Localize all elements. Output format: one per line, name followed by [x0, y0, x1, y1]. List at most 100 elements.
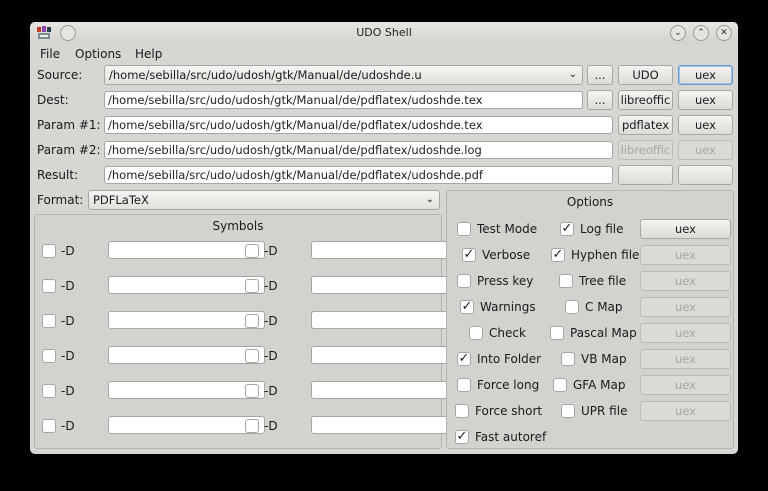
param2-label: Param #2: [37, 143, 101, 157]
menu-help[interactable]: Help [135, 47, 162, 61]
option-label: GFA Map [573, 378, 626, 392]
symbol-prefix-label: -D [264, 314, 278, 328]
symbol-input[interactable] [108, 311, 265, 329]
symbol-checkbox[interactable] [42, 349, 56, 363]
source-uex-button[interactable]: uex [678, 65, 733, 85]
symbol-checkbox[interactable] [245, 349, 259, 363]
option-label: Test Mode [477, 222, 538, 236]
source-browse-button[interactable]: ... [587, 65, 613, 85]
symbol-prefix-label: -D [61, 314, 75, 328]
result-button-1[interactable] [618, 165, 673, 185]
symbol-prefix-label: -D [61, 279, 75, 293]
option-checkbox[interactable]: ✓ [462, 248, 476, 262]
param1-label: Param #1: [37, 118, 101, 132]
option-label: Into Folder [477, 352, 542, 366]
maximize-icon[interactable]: ⌃ [693, 25, 709, 41]
option-checkbox[interactable] [553, 378, 567, 392]
option-checkbox[interactable] [469, 326, 483, 340]
option-checkbox[interactable]: ✓ [455, 430, 469, 444]
option-label: Log file [580, 222, 624, 236]
option-label: Press key [477, 274, 534, 288]
symbol-checkbox[interactable] [42, 279, 56, 293]
source-label: Source: [37, 68, 83, 82]
symbol-input[interactable] [108, 381, 265, 399]
format-value: PDFLaTeX [93, 193, 149, 207]
option-uex-button[interactable]: uex [640, 349, 731, 369]
symbol-checkbox[interactable] [42, 384, 56, 398]
symbol-input[interactable] [108, 346, 265, 364]
param2-libreoffice-button[interactable]: libreoffic [618, 140, 673, 160]
symbol-prefix-label: -D [264, 384, 278, 398]
option-label: Verbose [482, 248, 531, 262]
option-uex-button[interactable]: uex [640, 245, 731, 265]
param2-uex-button[interactable]: uex [678, 140, 733, 160]
symbol-input[interactable] [108, 276, 265, 294]
option-checkbox[interactable] [457, 274, 471, 288]
title-bar[interactable]: UDO Shell ⌄ ⌃ ✕ [30, 22, 738, 44]
option-uex-button[interactable]: uex [640, 375, 731, 395]
symbol-checkbox[interactable] [245, 384, 259, 398]
option-label: Fast autoref [475, 430, 547, 444]
udo-shell-window: UDO Shell ⌄ ⌃ ✕ File Options Help Source… [30, 22, 738, 454]
option-checkbox[interactable]: ✓ [457, 352, 471, 366]
symbol-input[interactable] [108, 241, 265, 259]
symbol-input[interactable] [108, 416, 265, 434]
dest-field[interactable]: /home/sebilla/src/udo/udosh/gtk/Manual/d… [104, 91, 583, 109]
symbol-checkbox[interactable] [42, 244, 56, 258]
result-label: Result: [37, 168, 79, 182]
option-checkbox[interactable] [561, 404, 575, 418]
symbol-prefix-label: -D [264, 279, 278, 293]
option-checkbox[interactable]: ✓ [460, 300, 474, 314]
option-label: Warnings [480, 300, 536, 314]
result-button-2[interactable] [678, 165, 733, 185]
dest-uex-button[interactable]: uex [678, 90, 733, 110]
dest-label: Dest: [37, 93, 69, 107]
symbol-prefix-label: -D [264, 244, 278, 258]
menu-file[interactable]: File [40, 47, 60, 61]
menu-options[interactable]: Options [75, 47, 121, 61]
option-checkbox[interactable] [559, 274, 573, 288]
option-label: UPR file [581, 404, 628, 418]
option-checkbox[interactable] [565, 300, 579, 314]
option-checkbox[interactable] [561, 352, 575, 366]
symbol-checkbox[interactable] [245, 419, 259, 433]
source-value: /home/sebilla/src/udo/udosh/gtk/Manual/d… [109, 68, 422, 82]
option-checkbox[interactable]: ✓ [551, 248, 565, 262]
param1-pdflatex-button[interactable]: pdflatex [618, 115, 673, 135]
symbol-checkbox[interactable] [42, 419, 56, 433]
param2-field[interactable]: /home/sebilla/src/udo/udosh/gtk/Manual/d… [104, 141, 613, 159]
option-checkbox[interactable] [550, 326, 564, 340]
symbols-panel: Symbols -D -D -D -D -D -D -D -D -D -D -D -D [34, 214, 469, 449]
source-udo-button[interactable]: UDO [618, 65, 673, 85]
dest-libreoffice-button[interactable]: libreoffic [618, 90, 673, 110]
format-combo[interactable]: PDFLaTeX ⌄ [88, 190, 440, 210]
symbol-checkbox[interactable] [245, 314, 259, 328]
param1-uex-button[interactable]: uex [678, 115, 733, 135]
options-panel: Options Test Mode ✓ Verbose Press key ✓ Warni… [446, 190, 734, 449]
option-checkbox[interactable]: ✓ [560, 222, 574, 236]
option-uex-button[interactable]: uex [640, 271, 731, 291]
symbol-prefix-label: -D [61, 419, 75, 433]
option-uex-button[interactable]: uex [640, 297, 731, 317]
option-checkbox[interactable] [455, 404, 469, 418]
minimize-icon[interactable]: ⌄ [670, 25, 686, 41]
option-checkbox[interactable] [457, 222, 471, 236]
symbol-checkbox[interactable] [42, 314, 56, 328]
options-title: Options [566, 195, 614, 209]
dest-browse-button[interactable]: ... [587, 90, 613, 110]
symbol-prefix-label: -D [264, 349, 278, 363]
param1-field[interactable]: /home/sebilla/src/udo/udosh/gtk/Manual/d… [104, 116, 613, 134]
result-field[interactable]: /home/sebilla/src/udo/udosh/gtk/Manual/d… [104, 166, 613, 184]
window-title: UDO Shell [356, 26, 412, 39]
source-combo[interactable]: /home/sebilla/src/udo/udosh/gtk/Manual/d… [104, 65, 583, 85]
option-label: Hyphen file [571, 248, 640, 262]
option-uex-button[interactable]: uex [640, 219, 731, 239]
format-label: Format: [37, 193, 84, 207]
symbol-checkbox[interactable] [245, 279, 259, 293]
symbol-checkbox[interactable] [245, 244, 259, 258]
chevron-down-icon: ⌄ [425, 194, 434, 205]
option-checkbox[interactable] [457, 378, 471, 392]
option-uex-button[interactable]: uex [640, 323, 731, 343]
close-icon[interactable]: ✕ [716, 25, 732, 41]
option-uex-button[interactable]: uex [640, 401, 731, 421]
